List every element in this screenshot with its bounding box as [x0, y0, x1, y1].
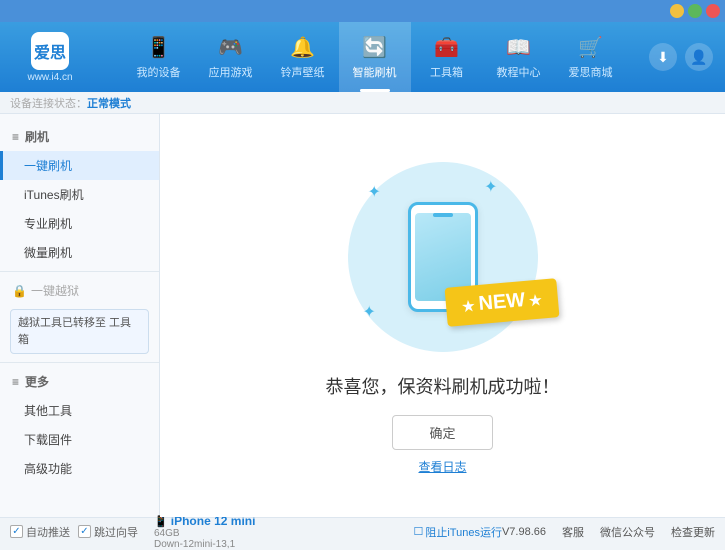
- flash-section-label: 刷机: [25, 128, 49, 145]
- main-layout: ≡ 刷机 一键刷机 iTunes刷机 专业刷机 微量刷机 🔒 一键越狱 越狱工具…: [0, 114, 725, 517]
- titlebar: [0, 0, 725, 22]
- sidebar-item-other-tools[interactable]: 其他工具: [0, 396, 159, 425]
- success-text: 恭喜您，保资料刷机成功啦！: [326, 373, 560, 399]
- header: 爱思 www.i4.cn 📱 我的设备 🎮 应用游戏 🔔 铃声壁纸 🔄 智能刷机…: [0, 22, 725, 92]
- status-label: 设备连接状态：: [10, 95, 87, 111]
- via-wizard-label: 跳过向导: [94, 524, 138, 540]
- confirm-button[interactable]: 确定: [392, 415, 492, 450]
- footer-left: ✓ 自动推送 ✓ 跳过向导 📱 iPhone 12 mini 64GB Down…: [10, 514, 413, 550]
- nav-label-ringtone: 铃声壁纸: [281, 64, 325, 80]
- jailbreak-notice: 越狱工具已转移至 工具箱: [10, 309, 149, 354]
- phone-notch: [433, 213, 453, 217]
- sidebar-item-micro-flash[interactable]: 微量刷机: [0, 238, 159, 267]
- nav-item-mall[interactable]: 🛒 爱思商城: [555, 22, 627, 92]
- status-value: 正常模式: [87, 95, 131, 111]
- auto-push-checkbox[interactable]: ✓ 自动推送: [10, 524, 70, 540]
- device-storage: 64GB: [154, 528, 255, 539]
- my-device-icon: 📱: [146, 35, 171, 60]
- nav-item-ringtone[interactable]: 🔔 铃声壁纸: [267, 22, 339, 92]
- smart-flash-icon: 🔄: [362, 35, 387, 60]
- device-icon: 📱: [154, 516, 168, 528]
- itunes-run-toggle[interactable]: ☐ 阻止iTunes运行: [413, 524, 501, 540]
- minimize-button[interactable]: [670, 4, 684, 18]
- sidebar: ≡ 刷机 一键刷机 iTunes刷机 专业刷机 微量刷机 🔒 一键越狱 越狱工具…: [0, 114, 160, 517]
- sidebar-section-flash: ≡ 刷机: [0, 122, 159, 151]
- device-model: Down-12mini-13,1: [154, 539, 255, 550]
- logo-icon: 爱思: [31, 32, 69, 70]
- sparkle-3: ✦: [363, 302, 376, 322]
- nav-label-tutorial: 教程中心: [497, 64, 541, 80]
- user-button[interactable]: 👤: [685, 43, 713, 71]
- via-wizard-checkbox[interactable]: ✓ 跳过向导: [78, 524, 138, 540]
- nav-item-toolbox[interactable]: 🧰 工具箱: [411, 22, 483, 92]
- more-section-label: 更多: [25, 373, 49, 390]
- download-button[interactable]: ⬇: [649, 43, 677, 71]
- footer: ✓ 自动推送 ✓ 跳过向导 📱 iPhone 12 mini 64GB Down…: [0, 517, 725, 545]
- maximize-button[interactable]: [688, 4, 702, 18]
- sidebar-divider-1: [0, 271, 159, 272]
- itunes-label: 阻止iTunes运行: [425, 524, 502, 540]
- sidebar-section-more: ≡ 更多: [0, 367, 159, 396]
- close-button[interactable]: [706, 4, 720, 18]
- sidebar-item-pro-flash[interactable]: 专业刷机: [0, 209, 159, 238]
- phone-illustration: ✦ ✦ ✦ NEW: [343, 157, 543, 357]
- via-wizard-check-icon: ✓: [78, 525, 91, 538]
- mall-icon: 🛒: [578, 35, 603, 60]
- more-section-icon: ≡: [12, 375, 19, 389]
- app-game-icon: 🎮: [218, 35, 243, 60]
- version-label: V7.98.66: [502, 526, 546, 538]
- sidebar-divider-2: [0, 362, 159, 363]
- status-bar: 设备连接状态： 正常模式: [0, 92, 725, 114]
- sidebar-grayed-jailbreak: 🔒 一键越狱: [0, 276, 159, 305]
- nav-item-app-game[interactable]: 🎮 应用游戏: [195, 22, 267, 92]
- check-update-link[interactable]: 检查更新: [671, 524, 715, 540]
- header-right: ⬇ 👤: [649, 43, 725, 71]
- sidebar-item-itunes-flash[interactable]: iTunes刷机: [0, 180, 159, 209]
- ringtone-icon: 🔔: [290, 35, 315, 60]
- sidebar-item-one-key-flash[interactable]: 一键刷机: [0, 151, 159, 180]
- sidebar-item-download-firmware[interactable]: 下载固件: [0, 425, 159, 454]
- content-area: ✦ ✦ ✦ NEW 恭喜您，保资料刷机成功啦！ 确定 查看日志: [160, 114, 725, 517]
- flash-section-icon: ≡: [12, 130, 19, 144]
- goto-daily-link[interactable]: 查看日志: [418, 458, 466, 475]
- device-info: 📱 iPhone 12 mini 64GB Down-12mini-13,1: [154, 514, 255, 550]
- nav-label-smart-flash: 智能刷机: [353, 64, 397, 80]
- nav-item-my-device[interactable]: 📱 我的设备: [123, 22, 195, 92]
- footer-right: V7.98.66 客服 微信公众号 检查更新: [502, 524, 715, 540]
- logo-area: 爱思 www.i4.cn: [0, 32, 100, 83]
- nav-label-toolbox: 工具箱: [430, 64, 463, 80]
- nav-items: 📱 我的设备 🎮 应用游戏 🔔 铃声壁纸 🔄 智能刷机 🧰 工具箱 📖 教程中心…: [100, 22, 649, 92]
- jailbreak-label: 一键越狱: [31, 282, 79, 299]
- logo-url: www.i4.cn: [27, 72, 72, 83]
- sparkle-2: ✦: [484, 177, 497, 197]
- nav-item-smart-flash[interactable]: 🔄 智能刷机: [339, 22, 411, 92]
- nav-item-tutorial[interactable]: 📖 教程中心: [483, 22, 555, 92]
- itunes-checkbox: ☐: [413, 525, 423, 538]
- lock-icon: 🔒: [12, 284, 27, 298]
- wechat-link[interactable]: 微信公众号: [600, 524, 655, 540]
- nav-label-app-game: 应用游戏: [209, 64, 253, 80]
- auto-push-label: 自动推送: [26, 524, 70, 540]
- nav-label-mall: 爱思商城: [569, 64, 613, 80]
- service-link[interactable]: 客服: [562, 524, 584, 540]
- auto-push-check-icon: ✓: [10, 525, 23, 538]
- logo-text: 爱思: [34, 39, 66, 63]
- sidebar-item-advanced[interactable]: 高级功能: [0, 454, 159, 483]
- nav-label-my-device: 我的设备: [137, 64, 181, 80]
- toolbox-icon: 🧰: [434, 35, 459, 60]
- sparkle-1: ✦: [368, 182, 381, 202]
- tutorial-icon: 📖: [506, 35, 531, 60]
- phone-circle-bg: ✦ ✦ ✦ NEW: [348, 162, 538, 352]
